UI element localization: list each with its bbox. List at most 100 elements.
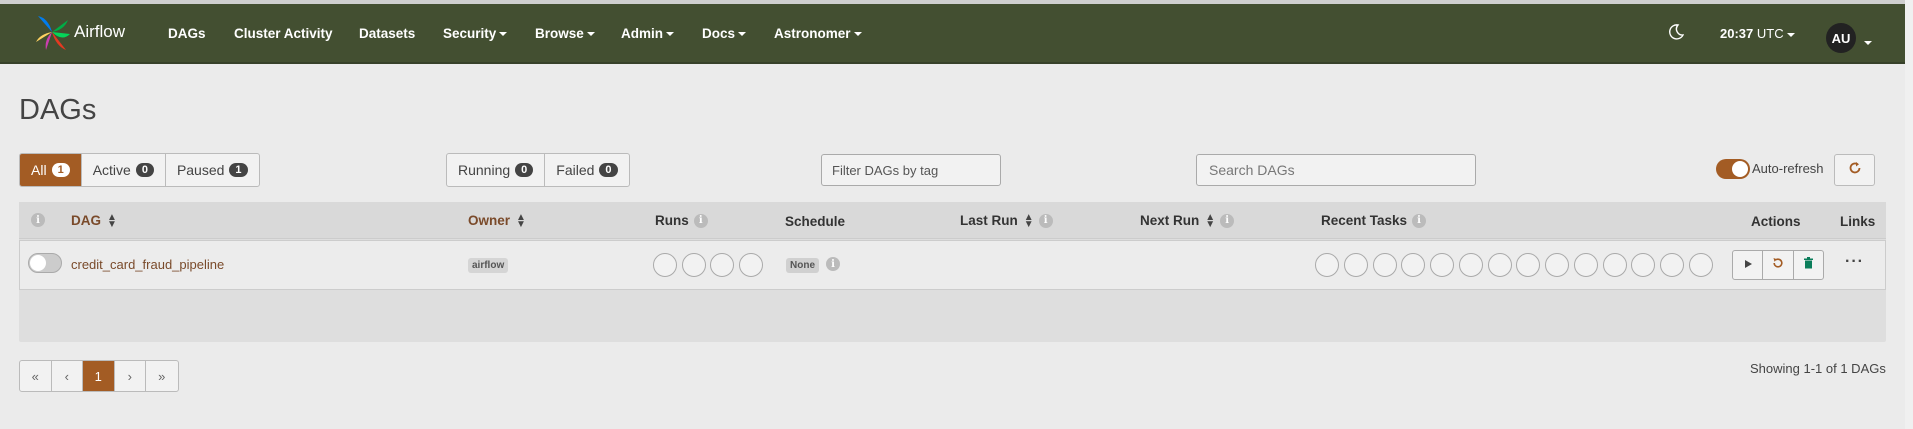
dags-table: i DAG ▲ ▼ Owner ▲ ▼ Runs i Schedule Last Run ▲… bbox=[19, 202, 1886, 342]
count-badge: 1 bbox=[51, 163, 70, 177]
filter-failed-button[interactable]: Failed 0 bbox=[545, 154, 628, 186]
first-page-button[interactable]: « bbox=[20, 361, 52, 391]
header-owner[interactable]: Owner ▲ ▼ bbox=[468, 211, 526, 230]
refresh-dag-button[interactable] bbox=[1763, 251, 1794, 279]
run-status-circle[interactable] bbox=[653, 253, 677, 277]
last-page-button[interactable]: » bbox=[146, 361, 178, 391]
caret-down-icon bbox=[1786, 32, 1795, 37]
info-icon[interactable]: i bbox=[1038, 213, 1053, 228]
task-status-circle[interactable] bbox=[1373, 253, 1397, 277]
filter-paused-button[interactable]: Paused 1 bbox=[166, 154, 259, 186]
header-actions: Actions bbox=[1751, 214, 1801, 229]
schedule-badge: None bbox=[786, 258, 819, 273]
task-status-circle[interactable] bbox=[1516, 253, 1540, 277]
toggle-knob bbox=[1732, 161, 1748, 177]
count-badge: 0 bbox=[135, 163, 154, 177]
dag-pause-toggle[interactable] bbox=[28, 253, 62, 273]
task-status-circle[interactable] bbox=[1459, 253, 1483, 277]
dag-id-link[interactable]: credit_card_fraud_pipeline bbox=[71, 257, 224, 272]
brand-name: Airflow bbox=[74, 21, 126, 41]
run-state-filter-group: Running 0 Failed 0 bbox=[446, 153, 630, 187]
count-badge: 1 bbox=[229, 163, 248, 177]
trigger-dag-button[interactable] bbox=[1733, 251, 1764, 279]
auto-refresh-toggle[interactable] bbox=[1716, 159, 1750, 179]
info-icon[interactable]: i bbox=[1220, 213, 1235, 228]
user-menu-caret-icon[interactable] bbox=[1864, 34, 1872, 49]
header-runs: Runs i bbox=[655, 213, 708, 228]
info-icon[interactable]: i bbox=[1412, 213, 1427, 228]
refresh-icon bbox=[1772, 256, 1784, 274]
caret-down-icon bbox=[499, 32, 508, 37]
sort-icon: ▲ ▼ bbox=[516, 211, 526, 230]
search-dags-input[interactable]: Search DAGs bbox=[1196, 154, 1476, 186]
nav-browse[interactable]: Browse bbox=[535, 26, 595, 41]
more-links-icon[interactable]: ··· bbox=[1845, 253, 1864, 271]
nav-security[interactable]: Security bbox=[443, 26, 508, 41]
run-status-circle[interactable] bbox=[739, 253, 763, 277]
nav-datasets[interactable]: Datasets bbox=[359, 26, 415, 41]
task-status-circle[interactable] bbox=[1631, 253, 1655, 277]
run-status-circle[interactable] bbox=[710, 253, 734, 277]
refresh-button[interactable] bbox=[1834, 154, 1875, 186]
moon-icon[interactable] bbox=[1668, 24, 1685, 43]
showing-count: Showing 1-1 of 1 DAGs bbox=[1750, 361, 1886, 376]
toggle-knob bbox=[30, 255, 46, 271]
clock-dropdown[interactable]: 20:37 UTC bbox=[1720, 26, 1795, 41]
filter-active-button[interactable]: Active 0 bbox=[82, 154, 166, 186]
header-last-run[interactable]: Last Run ▲ ▼ i bbox=[960, 211, 1053, 230]
table-header: i DAG ▲ ▼ Owner ▲ ▼ Runs i Schedule Last Run ▲… bbox=[19, 202, 1886, 239]
nav-astronomer[interactable]: Astronomer bbox=[774, 26, 862, 41]
page-title: DAGs bbox=[19, 94, 97, 126]
status-filter-group: All 1 Active 0 Paused 1 bbox=[19, 153, 260, 187]
user-avatar[interactable]: AU bbox=[1826, 23, 1856, 53]
caret-down-icon bbox=[666, 32, 674, 37]
task-status-circle[interactable] bbox=[1315, 253, 1339, 277]
task-status-circle[interactable] bbox=[1603, 253, 1627, 277]
header-dag[interactable]: DAG ▲ ▼ bbox=[71, 211, 117, 230]
sort-icon: ▲ ▼ bbox=[1205, 211, 1216, 230]
trash-icon bbox=[1803, 256, 1814, 274]
brand-logo[interactable]: Airflow bbox=[32, 12, 125, 57]
header-schedule: Schedule bbox=[785, 214, 846, 229]
task-status-circle[interactable] bbox=[1488, 253, 1512, 277]
next-page-button[interactable]: › bbox=[115, 361, 146, 391]
header-links: Links bbox=[1840, 214, 1876, 229]
task-status-circle[interactable] bbox=[1689, 253, 1713, 277]
table-row: credit_card_fraud_pipeline airflow None … bbox=[19, 240, 1886, 290]
top-navbar: Airflow DAGs Cluster Activity Datasets S… bbox=[0, 4, 1905, 64]
task-status-circle[interactable] bbox=[1660, 253, 1684, 277]
header-next-run[interactable]: Next Run ▲ ▼ i bbox=[1140, 211, 1235, 230]
schedule-info-icon[interactable]: i bbox=[826, 257, 840, 271]
tag-filter-input[interactable]: Filter DAGs by tag bbox=[821, 154, 1001, 186]
task-status-circle[interactable] bbox=[1344, 253, 1368, 277]
run-status-circle[interactable] bbox=[682, 253, 706, 277]
info-icon[interactable]: i bbox=[693, 213, 708, 228]
header-info-icon[interactable]: i bbox=[31, 213, 45, 227]
delete-dag-button[interactable] bbox=[1794, 251, 1823, 279]
auto-refresh-label: Auto-refresh bbox=[1752, 161, 1824, 176]
caret-down-icon bbox=[586, 32, 595, 37]
play-icon bbox=[1743, 256, 1753, 274]
caret-down-icon bbox=[738, 32, 747, 37]
prev-page-button[interactable]: ‹ bbox=[52, 361, 83, 391]
page-scrollbar[interactable] bbox=[1905, 0, 1913, 429]
nav-dags[interactable]: DAGs bbox=[168, 26, 206, 41]
task-status-circle[interactable] bbox=[1430, 253, 1454, 277]
nav-cluster-activity[interactable]: Cluster Activity bbox=[234, 26, 333, 41]
pinwheel-logo-icon bbox=[32, 12, 72, 57]
task-status-circle[interactable] bbox=[1401, 253, 1425, 277]
task-status-circle[interactable] bbox=[1574, 253, 1598, 277]
caret-down-icon bbox=[853, 32, 862, 37]
sort-icon: ▲ ▼ bbox=[1023, 211, 1034, 230]
nav-admin[interactable]: Admin bbox=[621, 26, 674, 41]
nav-docs[interactable]: Docs bbox=[702, 26, 747, 41]
filter-all-button[interactable]: All 1 bbox=[20, 154, 82, 186]
pagination: « ‹ 1 › » bbox=[19, 360, 179, 392]
owner-tag[interactable]: airflow bbox=[468, 258, 509, 273]
header-recent-tasks: Recent Tasks i bbox=[1321, 213, 1427, 228]
timezone-label: UTC bbox=[1756, 26, 1784, 41]
sort-icon: ▲ ▼ bbox=[107, 211, 117, 230]
current-page-button[interactable]: 1 bbox=[83, 361, 115, 391]
task-status-circle[interactable] bbox=[1545, 253, 1569, 277]
filter-running-button[interactable]: Running 0 bbox=[447, 154, 546, 186]
